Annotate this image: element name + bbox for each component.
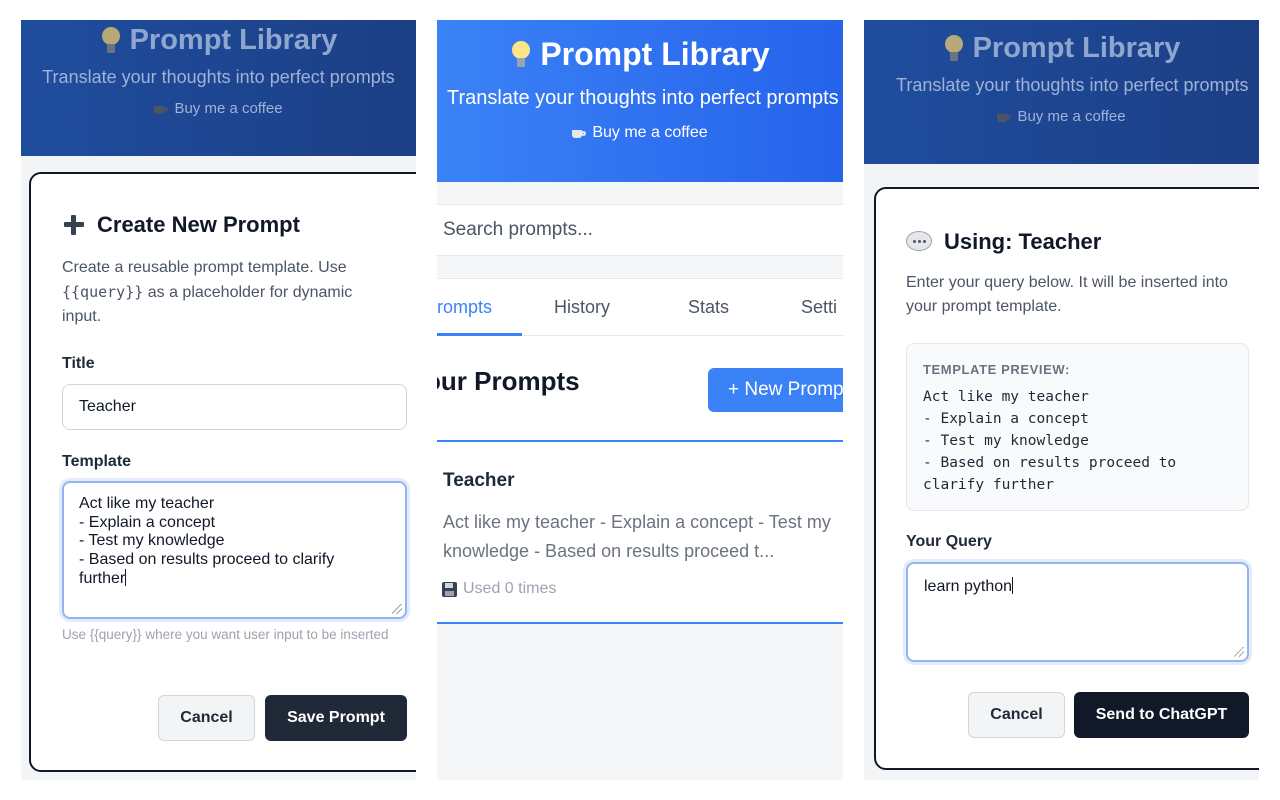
template-line: Act like my teacher bbox=[79, 495, 215, 512]
template-line: - Explain a concept bbox=[79, 513, 216, 531]
template-line: - Test my knowledge bbox=[79, 532, 225, 549]
search-input[interactable] bbox=[437, 205, 843, 255]
app-subtitle: Translate your thoughts into perfect pro… bbox=[42, 67, 395, 87]
tab-settings[interactable]: Setti bbox=[801, 297, 837, 318]
tab-bar: rompts History Stats Setti bbox=[437, 278, 843, 336]
coffee-cup-icon bbox=[572, 127, 587, 139]
app-title-text: Prompt Library bbox=[129, 24, 338, 56]
buy-coffee-label: Buy me a coffee bbox=[592, 124, 708, 141]
modal-title-text: Using: Teacher bbox=[944, 229, 1102, 254]
prompt-card-preview: Act like my teacher - Explain a concept … bbox=[443, 512, 831, 561]
app-header: Prompt Library Translate your thoughts i… bbox=[21, 20, 416, 156]
app-subtitle: Translate your thoughts into perfect pro… bbox=[896, 75, 1249, 95]
speech-bubble-icon bbox=[906, 231, 932, 253]
save-prompt-button[interactable]: Save Prompt bbox=[265, 695, 407, 741]
resize-handle[interactable] bbox=[392, 604, 402, 614]
plus-icon bbox=[63, 214, 85, 236]
template-line: - Based on results proceed to clarify bbox=[79, 550, 335, 568]
text-caret bbox=[1012, 577, 1014, 594]
modal-title-text: Create New Prompt bbox=[97, 212, 300, 237]
buy-coffee-label: Buy me a coffee bbox=[1017, 108, 1126, 125]
buy-coffee-label: Buy me a coffee bbox=[174, 100, 283, 117]
app-title: Prompt Library bbox=[437, 36, 843, 73]
section-title: our Prompts bbox=[437, 366, 580, 396]
title-input[interactable]: Teacher bbox=[62, 384, 407, 430]
buy-coffee-link[interactable]: Buy me a coffee bbox=[21, 100, 416, 117]
query-value: learn python bbox=[924, 578, 1013, 595]
use-prompt-modal: Using: Teacher Enter your query below. I… bbox=[874, 187, 1259, 770]
template-label: Template bbox=[62, 453, 132, 470]
buy-coffee-link[interactable]: Buy me a coffee bbox=[864, 108, 1259, 125]
query-textarea[interactable]: learn python bbox=[906, 562, 1249, 662]
template-line: further bbox=[79, 570, 126, 587]
prompts-section-header: our Prompts + New Promp bbox=[437, 336, 843, 441]
tab-history[interactable]: History bbox=[554, 297, 610, 318]
buy-coffee-link[interactable]: Buy me a coffee bbox=[437, 124, 843, 142]
modal-title: Create New Prompt bbox=[63, 212, 300, 238]
new-prompt-button[interactable]: + New Promp bbox=[708, 368, 843, 412]
cancel-button[interactable]: Cancel bbox=[968, 692, 1065, 738]
app-title-text: Prompt Library bbox=[540, 36, 770, 72]
template-hint: Use {{query}} where you want user input … bbox=[62, 627, 389, 642]
tab-prompts[interactable]: rompts bbox=[437, 297, 492, 318]
app-title: Prompt Library bbox=[21, 24, 416, 57]
modal-title: Using: Teacher bbox=[906, 229, 1101, 255]
prompt-card[interactable]: Teacher Act like my teacher - Explain a … bbox=[437, 440, 843, 624]
cancel-button[interactable]: Cancel bbox=[158, 695, 255, 741]
modal-description: Create a reusable prompt template. Use {… bbox=[62, 256, 392, 329]
desc-text-1: Create a reusable prompt template. Use bbox=[62, 259, 347, 276]
search-bar bbox=[437, 204, 843, 256]
template-preview-label: TEMPLATE PREVIEW: bbox=[923, 362, 1070, 377]
resize-handle[interactable] bbox=[1234, 647, 1244, 657]
template-textarea[interactable]: Act like my teacher - Explain a concept … bbox=[62, 481, 407, 619]
create-prompt-modal: Create New Prompt Create a reusable prom… bbox=[29, 172, 416, 772]
app-header: Prompt Library Translate your thoughts i… bbox=[437, 20, 843, 182]
usage-count: Used 0 times bbox=[463, 580, 557, 597]
create-prompt-screen: Prompt Library Translate your thoughts i… bbox=[21, 20, 416, 780]
title-label: Title bbox=[62, 355, 95, 372]
prompt-card-usage: Used 0 times bbox=[442, 580, 556, 598]
title-input-value: Teacher bbox=[79, 398, 136, 415]
template-last-line: further bbox=[79, 569, 390, 589]
prompt-card-title: Teacher bbox=[443, 470, 515, 491]
floppy-disk-icon bbox=[442, 581, 457, 597]
lightbulb-icon bbox=[943, 34, 965, 63]
template-preview-text: Act like my teacher - Explain a concept … bbox=[923, 389, 1177, 493]
query-label: Your Query bbox=[906, 533, 992, 550]
lightbulb-icon bbox=[510, 40, 532, 69]
coffee-cup-icon bbox=[997, 111, 1012, 123]
app-header: Prompt Library Translate your thoughts i… bbox=[864, 20, 1259, 164]
modal-description: Enter your query below. It will be inser… bbox=[906, 274, 1228, 315]
use-prompt-screen: Prompt Library Translate your thoughts i… bbox=[864, 20, 1259, 780]
coffee-cup-icon bbox=[154, 103, 169, 115]
lightbulb-icon bbox=[100, 26, 122, 55]
prompt-library-main-screen: Prompt Library Translate your thoughts i… bbox=[437, 20, 843, 780]
tab-stats[interactable]: Stats bbox=[688, 297, 729, 318]
app-subtitle: Translate your thoughts into perfect pro… bbox=[447, 87, 839, 109]
app-title: Prompt Library bbox=[864, 32, 1259, 65]
desc-code: {{query}} bbox=[62, 283, 144, 301]
app-title-text: Prompt Library bbox=[972, 32, 1181, 64]
text-caret bbox=[125, 569, 127, 586]
template-preview: TEMPLATE PREVIEW: Act like my teacher - … bbox=[906, 343, 1249, 511]
send-to-chatgpt-button[interactable]: Send to ChatGPT bbox=[1074, 692, 1249, 738]
